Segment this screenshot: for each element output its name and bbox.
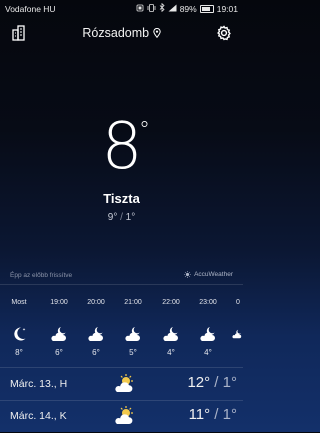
hour-temp: 4° xyxy=(204,348,212,357)
bluetooth-icon xyxy=(159,2,165,14)
day-high: 12° xyxy=(187,374,211,391)
day-high: 11° xyxy=(188,406,211,423)
hourly-item: 19:00 6° xyxy=(41,299,77,357)
cloudy-night-icon xyxy=(153,323,189,345)
high-temp: 9° xyxy=(107,212,118,223)
location-pin-icon xyxy=(152,27,161,39)
hour-time: 23:00 xyxy=(199,299,217,306)
notification-icon xyxy=(136,4,144,14)
hour-temp: 8° xyxy=(15,348,23,357)
cloudy-night-icon xyxy=(190,323,226,345)
partly-cloudy-icon xyxy=(113,405,137,432)
status-right: 89% 19:01 xyxy=(136,2,238,14)
current-temperature: 8 ° xyxy=(0,112,243,190)
day-low: 1° xyxy=(222,374,237,391)
cloudy-night-icon xyxy=(41,323,77,345)
hour-time: 19:00 xyxy=(50,299,68,306)
updated-text: Épp az előbb frissítve xyxy=(10,272,73,279)
day-high-low: 11° / 1° xyxy=(188,406,237,423)
hourly-item: 23:00 4° xyxy=(190,299,226,357)
hour-temp: 6° xyxy=(55,348,63,357)
hour-time: 20:00 xyxy=(87,299,105,306)
divider xyxy=(0,400,243,401)
hour-temp: 5° xyxy=(129,348,137,357)
cloudy-night-icon xyxy=(78,323,114,345)
hour-time: 22:00 xyxy=(162,299,180,306)
settings-button[interactable] xyxy=(215,24,233,42)
provider-name: AccuWeather xyxy=(194,271,233,278)
hourly-item: Most 8° xyxy=(1,299,37,357)
status-bar: Vodafone HU 89% 19:01 xyxy=(0,0,243,16)
day-low: 1° xyxy=(222,406,237,423)
signal-icon xyxy=(168,4,177,14)
battery-percent: 89% xyxy=(179,3,197,14)
cloudy-night-icon xyxy=(225,323,243,345)
hour-temp: 4° xyxy=(167,348,175,357)
current-temp-degree: ° xyxy=(139,118,150,143)
current-temp-value: 8 xyxy=(101,110,143,184)
cloudy-night-icon xyxy=(115,323,151,345)
hourly-item: 21:00 5° xyxy=(115,299,151,357)
hour-time: Most xyxy=(11,299,27,306)
carrier-name: Vodafone HU xyxy=(5,4,56,14)
daily-row[interactable]: Márc. 14., K 11° / 1° xyxy=(0,403,243,433)
provider-link[interactable]: AccuWeather xyxy=(184,271,233,278)
location-name: Rózsadomb xyxy=(82,26,150,40)
hour-time: 0 xyxy=(236,299,240,306)
low-temp: 1° xyxy=(125,212,136,223)
hourly-item: 20:00 6° xyxy=(78,299,114,357)
high-low: 9° / 1° xyxy=(107,212,136,223)
clock: 19:01 xyxy=(216,3,238,14)
hourly-item: 22:00 4° xyxy=(153,299,189,357)
day-label: Márc. 13., H xyxy=(10,378,68,390)
hourly-item: 0 xyxy=(225,299,243,348)
hour-time: 21:00 xyxy=(124,299,142,306)
accuweather-sun-icon xyxy=(184,271,192,278)
day-high-low: 12° / 1° xyxy=(187,374,237,391)
divider xyxy=(0,284,243,285)
location-title[interactable]: Rózsadomb xyxy=(0,26,243,40)
current-condition: Tiszta xyxy=(103,191,140,206)
daily-row[interactable]: Márc. 13., H 12° / 1° xyxy=(0,371,243,401)
hour-temp: 6° xyxy=(92,348,100,357)
moon-icon xyxy=(1,323,37,345)
day-label: Márc. 14., K xyxy=(10,410,67,422)
divider xyxy=(0,367,243,368)
battery-icon xyxy=(199,4,214,13)
settings-gear-icon xyxy=(217,25,231,41)
partly-cloudy-icon xyxy=(113,373,137,400)
vibrate-icon xyxy=(147,3,156,14)
